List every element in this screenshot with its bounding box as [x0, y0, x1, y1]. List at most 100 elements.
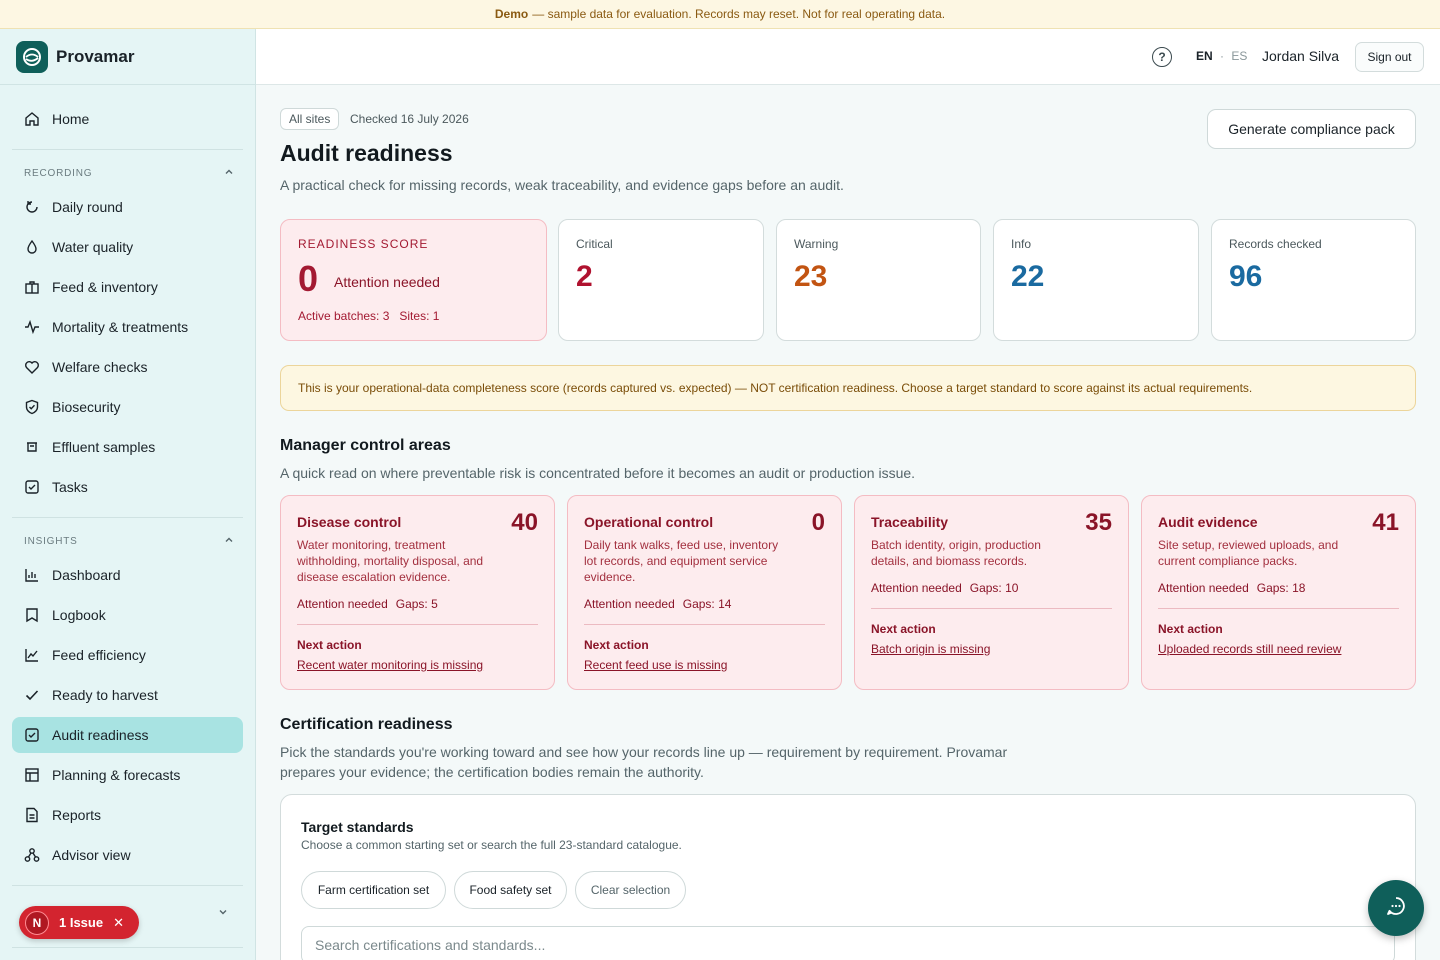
area-gaps: Gaps: 14	[682, 597, 732, 611]
stat-value: 96	[1229, 260, 1263, 293]
nav-feed-efficiency[interactable]: Feed efficiency	[12, 637, 243, 673]
brand[interactable]: Provamar	[0, 29, 255, 85]
divider	[1158, 608, 1399, 609]
help-icon[interactable]: ?	[1152, 47, 1172, 67]
nav-label: Mortality & treatments	[52, 319, 189, 335]
stat-label: Critical	[576, 237, 613, 251]
next-action-label: Next action	[297, 638, 362, 652]
stat-card-info: Info 22	[993, 219, 1199, 341]
certification-subtitle: Pick the standards you're working toward…	[280, 744, 1008, 780]
nav-label: Dashboard	[52, 567, 121, 583]
nav-tasks[interactable]: Tasks	[12, 469, 243, 505]
table-icon	[24, 767, 40, 783]
user-name: Jordan Silva	[1262, 48, 1340, 64]
food-safety-set-button[interactable]: Food safety set	[454, 871, 567, 909]
score-value: 0	[298, 258, 319, 299]
sidebar: Provamar Home RECORDING Daily round Wate…	[0, 29, 256, 960]
chevron-down-icon[interactable]	[218, 904, 228, 922]
readiness-score-card: READINESS SCORE 0 Attention needed Activ…	[280, 219, 547, 341]
stat-label: Warning	[794, 237, 839, 251]
area-value: 41	[1372, 509, 1399, 536]
nav-mortality-treatments[interactable]: Mortality & treatments	[12, 309, 243, 345]
farm-certification-set-button[interactable]: Farm certification set	[301, 871, 446, 909]
divider	[12, 149, 243, 150]
generate-compliance-pack-button[interactable]: Generate compliance pack	[1207, 109, 1416, 149]
demo-label: Demo	[494, 7, 529, 21]
nav-audit-readiness[interactable]: Audit readiness	[12, 717, 243, 753]
nav-label: Biosecurity	[52, 399, 121, 415]
next-action-link[interactable]: Batch origin is missing	[871, 642, 990, 656]
area-title: Disease control	[297, 514, 402, 530]
nav-label: Daily round	[52, 199, 123, 215]
target-standards-panel: Target standards Choose a common startin…	[280, 794, 1416, 960]
chat-button[interactable]	[1368, 880, 1424, 936]
nav-dashboard[interactable]: Dashboard	[12, 557, 243, 593]
area-status: Attention needed Gaps: 5	[297, 597, 438, 611]
nav-label: Advisor view	[52, 847, 131, 863]
area-title: Traceability	[871, 514, 949, 530]
lang-es[interactable]: ES	[1231, 49, 1247, 63]
area-title: Audit evidence	[1158, 514, 1258, 530]
nav-effluent-samples[interactable]: Effluent samples	[12, 429, 243, 465]
area-value: 40	[511, 509, 538, 536]
next-action-link[interactable]: Recent water monitoring is missing	[297, 658, 483, 672]
lang-en[interactable]: EN	[1196, 49, 1213, 63]
bar-chart-icon	[24, 567, 40, 583]
nav-home-label: Home	[52, 111, 90, 127]
nav-label: Logbook	[52, 607, 106, 623]
clear-selection-button[interactable]: Clear selection	[575, 871, 686, 909]
nav-logbook[interactable]: Logbook	[12, 597, 243, 633]
nav-label: Ready to harvest	[52, 687, 158, 703]
issue-badge[interactable]: N 1 Issue ✕	[19, 906, 139, 939]
area-description: Site setup, reviewed uploads, and curren…	[1158, 538, 1339, 568]
nav-label: Effluent samples	[52, 439, 156, 455]
refresh-icon	[24, 199, 40, 215]
nav-planning-forecasts[interactable]: Planning & forecasts	[12, 757, 243, 793]
standards-title: Target standards	[301, 819, 414, 835]
next-action-link[interactable]: Recent feed use is missing	[584, 658, 727, 672]
close-icon[interactable]: ✕	[113, 915, 124, 931]
section-recording[interactable]: RECORDING	[24, 167, 234, 180]
standards-search-input[interactable]: Search certifications and standards...	[301, 926, 1395, 960]
sign-out-button[interactable]: Sign out	[1355, 42, 1424, 72]
nav-advisor-view[interactable]: Advisor view	[12, 837, 243, 873]
nav-label: Feed & inventory	[52, 279, 158, 295]
stat-value: 2	[576, 260, 593, 293]
next-action-label: Next action	[1158, 622, 1223, 636]
area-value: 0	[811, 509, 825, 536]
area-status-label: Attention needed	[297, 597, 388, 611]
section-recording-label: RECORDING	[24, 168, 93, 179]
chat-bubble-icon	[1384, 894, 1408, 923]
nav-welfare-checks[interactable]: Welfare checks	[12, 349, 243, 385]
score-label: READINESS SCORE	[298, 237, 429, 251]
next-action-link[interactable]: Uploaded records still need review	[1158, 642, 1341, 656]
divider	[12, 517, 243, 518]
area-gaps: Gaps: 18	[1256, 581, 1306, 595]
area-card-traceability: Traceability 35 Batch identity, origin, …	[854, 495, 1129, 690]
brand-name: Provamar	[56, 46, 135, 66]
nav-daily-round[interactable]: Daily round	[12, 189, 243, 225]
home-icon	[24, 111, 40, 127]
demo-banner: Demo — sample data for evaluation. Recor…	[0, 0, 1440, 29]
area-status-label: Attention needed	[584, 597, 675, 611]
certification-title: Certification readiness	[280, 716, 453, 733]
completeness-note: This is your operational-data completene…	[280, 365, 1416, 411]
divider	[12, 885, 243, 886]
manager-title: Manager control areas	[280, 437, 451, 454]
section-insights[interactable]: INSIGHTS	[24, 535, 234, 548]
area-card-operational-control: Operational control 0 Daily tank walks, …	[567, 495, 842, 690]
nav-ready-to-harvest[interactable]: Ready to harvest	[12, 677, 243, 713]
score-meta: Active batches: 3 Sites: 1	[298, 309, 440, 323]
section-insights-label: INSIGHTS	[24, 536, 78, 547]
nav-home[interactable]: Home	[12, 101, 243, 137]
lang-separator: ·	[1220, 49, 1225, 63]
nav-reports[interactable]: Reports	[12, 797, 243, 833]
nav-feed-inventory[interactable]: Feed & inventory	[12, 269, 243, 305]
chevron-up-icon	[224, 535, 234, 548]
page-title: Audit readiness	[280, 140, 453, 166]
nav-water-quality[interactable]: Water quality	[12, 229, 243, 265]
topbar: ? EN · ES Jordan Silva Sign out	[256, 29, 1440, 85]
check-icon	[24, 687, 40, 703]
site-filter-tag[interactable]: All sites	[280, 108, 340, 130]
nav-biosecurity[interactable]: Biosecurity	[12, 389, 243, 425]
